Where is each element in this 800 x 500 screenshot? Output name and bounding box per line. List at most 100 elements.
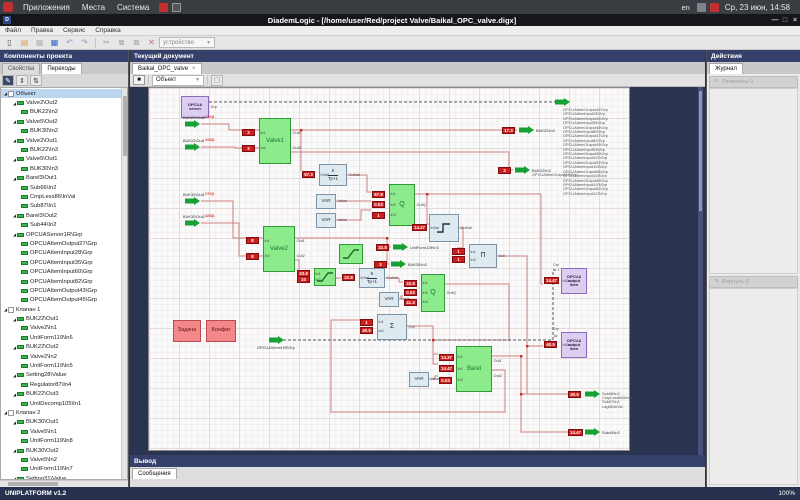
tree-item[interactable]: ◢Объект	[1, 89, 121, 98]
stop-button[interactable]: ■	[133, 75, 145, 85]
tree-item[interactable]: ◢BUK22\Out1	[1, 314, 121, 323]
tree-item[interactable]: ◢Setting28\Value	[1, 371, 121, 380]
diagram-canvas[interactable]: OPCUAserverGrpValve13In13In2Out1Out2КТр+…	[148, 87, 630, 451]
block-valve2[interactable]: Valve2	[263, 226, 295, 272]
tree-item[interactable]: ◢OPCUAServer1R\Grp	[1, 230, 121, 239]
distro-logo-icon[interactable]	[3, 2, 13, 12]
tree-item[interactable]: BUK22\In3	[1, 145, 121, 154]
document-tab[interactable]: Baikal_OPC_valve ×	[132, 63, 202, 74]
minimize-button[interactable]: —	[770, 17, 780, 24]
menu-item-2[interactable]: Сервис	[58, 27, 90, 34]
block-var4[interactable]: VAR	[409, 372, 429, 387]
tree-item[interactable]: OPCUAItemOutput45\Grp	[1, 296, 121, 305]
undo-button[interactable]: ↶	[63, 37, 76, 49]
block-var3[interactable]: VAR	[379, 292, 399, 307]
object-combobox[interactable]: Объект ▼	[152, 75, 204, 86]
tree-item[interactable]: OPCUAItemInput28\Grp	[1, 249, 121, 258]
maximize-button[interactable]: □	[780, 17, 790, 24]
tree-item[interactable]: Valve2\In2	[1, 352, 121, 361]
cut-button[interactable]: ✂	[100, 37, 113, 49]
tree-item[interactable]: ◢BUK30\Out2	[1, 446, 121, 455]
left-tab-Свойства[interactable]: Свойства	[2, 63, 40, 74]
block-task[interactable]: Задача	[173, 320, 201, 342]
block-sum1[interactable]: Σ	[377, 314, 407, 340]
tree-item[interactable]: OPCUAItemOutput43\Grp	[1, 286, 121, 295]
tree-item[interactable]: Regulator87\In4	[1, 380, 121, 389]
tree-item[interactable]: ◢Valve5\Out2	[1, 117, 121, 126]
tree-item[interactable]: BUK22\In2	[1, 108, 121, 117]
redo-button[interactable]: ↷	[78, 37, 91, 49]
tab-close-icon[interactable]: ×	[192, 66, 196, 72]
tree-item[interactable]: ◢Valve2\Out2	[1, 98, 121, 107]
block-var2[interactable]: VAR	[316, 213, 336, 228]
collapse-all-icon[interactable]: ⇅	[30, 75, 42, 86]
tree-item[interactable]: Valve5\In2	[1, 455, 121, 464]
tree-item[interactable]: ◢Barel3\Out1	[1, 174, 121, 183]
desktop-menu-places[interactable]: Места	[76, 3, 111, 12]
clock[interactable]: Ср, 23 июн, 14:58	[719, 3, 796, 12]
tree-item[interactable]: Sub66\In2	[1, 183, 121, 192]
tree-item[interactable]: OPCUAItemInput82\Grp	[1, 277, 121, 286]
tree-item[interactable]: ◢Valve5\Out1	[1, 155, 121, 164]
new-document-button[interactable]: ▯	[3, 37, 16, 49]
edit-filter-icon[interactable]: ✎	[2, 75, 14, 86]
tree-item[interactable]: UnitForm119\In7	[1, 465, 121, 474]
tree-horizontal-scrollbar[interactable]	[0, 480, 128, 487]
delete-button[interactable]: ✕	[145, 37, 158, 49]
tray-volume-icon[interactable]	[697, 3, 706, 12]
undo-section-header[interactable]: ↶ Отменить 0	[709, 76, 798, 88]
tree-item[interactable]: ◢Клапан 1	[1, 305, 121, 314]
tree-item[interactable]: BUK30\In3	[1, 164, 121, 173]
tree-vertical-scrollbar[interactable]	[121, 88, 127, 479]
tray-update-icon[interactable]	[710, 3, 719, 12]
tree-item[interactable]: ◢Barel3\Out2	[1, 211, 121, 220]
tree-item[interactable]: Sub87\In1	[1, 202, 121, 211]
device-combobox[interactable]: устройство ▼	[159, 37, 215, 48]
expand-all-icon[interactable]: ⇕	[16, 75, 28, 86]
tree-item[interactable]: ◢BUK22\Out2	[1, 343, 121, 352]
tree-item[interactable]: UnitForm119\In8	[1, 436, 121, 445]
close-button[interactable]: ×	[790, 17, 800, 24]
tree-item[interactable]: ◢Valve2\Out1	[1, 136, 121, 145]
block-limiter1[interactable]	[339, 244, 363, 264]
block-valve1[interactable]: Valve1	[259, 118, 291, 164]
tree-item[interactable]: UnitDecomp105\In1	[1, 399, 121, 408]
block-pi1[interactable]: П	[469, 244, 497, 268]
tree-item[interactable]: CmpLess86\InVal	[1, 192, 121, 201]
menu-item-3[interactable]: Справка	[90, 27, 126, 34]
save-button[interactable]: ▦	[33, 37, 46, 49]
block-config[interactable]: Конфиг	[206, 320, 236, 342]
tree-item[interactable]: BUK30\In2	[1, 127, 121, 136]
desktop-menu-system[interactable]: Система	[111, 3, 155, 12]
tree-item[interactable]: Sub44\In2	[1, 220, 121, 229]
tree-item[interactable]: OPCUAItemInput60\Grp	[1, 267, 121, 276]
tree-item[interactable]: ◢BUK30\Out1	[1, 418, 121, 427]
redo-section-header[interactable]: ↷ Вернуть 0	[709, 276, 798, 288]
tab-journal[interactable]: Журнал	[709, 63, 743, 74]
block-var1[interactable]: VAR	[316, 194, 336, 209]
left-tab-Переходы[interactable]: Переходы	[41, 63, 81, 74]
paste-button[interactable]: ⧉	[130, 37, 143, 49]
keyboard-layout-indicator[interactable]: en	[682, 3, 690, 12]
tray-app-icon[interactable]	[159, 3, 168, 12]
tree-item-label: Barel3\Out1	[26, 175, 57, 181]
tree-item[interactable]: Valve5\In1	[1, 427, 121, 436]
tree-item[interactable]: UnitForm119\In5	[1, 361, 121, 370]
save-all-button[interactable]: ▦	[48, 37, 61, 49]
tree-item[interactable]: ◢Клапан 2	[1, 408, 121, 417]
tab-messages[interactable]: Сообщения	[132, 468, 177, 479]
tree-item[interactable]: UnitForm119\In6	[1, 333, 121, 342]
document-options-button[interactable]: ▢	[211, 75, 223, 86]
tray-window-icon[interactable]	[172, 3, 181, 12]
tree-item[interactable]: OPCUAItemInput35\Grp	[1, 258, 121, 267]
canvas-vertical-scrollbar[interactable]	[698, 87, 703, 487]
tree-item[interactable]: Valve2\In1	[1, 324, 121, 333]
tree-item[interactable]: ◢BUK22\Out3	[1, 390, 121, 399]
tree-item[interactable]: OPCUAItemOutput27\Grp	[1, 239, 121, 248]
open-button[interactable]: ▤	[18, 37, 31, 49]
desktop-menu-applications[interactable]: Приложения	[17, 3, 76, 12]
menu-item-0[interactable]: Файл	[0, 27, 26, 34]
window-title-bar[interactable]: D DiademLogic - [/home/user/Red/project …	[0, 14, 800, 26]
copy-button[interactable]: ⧉	[115, 37, 128, 49]
menu-item-1[interactable]: Правка	[26, 27, 58, 34]
